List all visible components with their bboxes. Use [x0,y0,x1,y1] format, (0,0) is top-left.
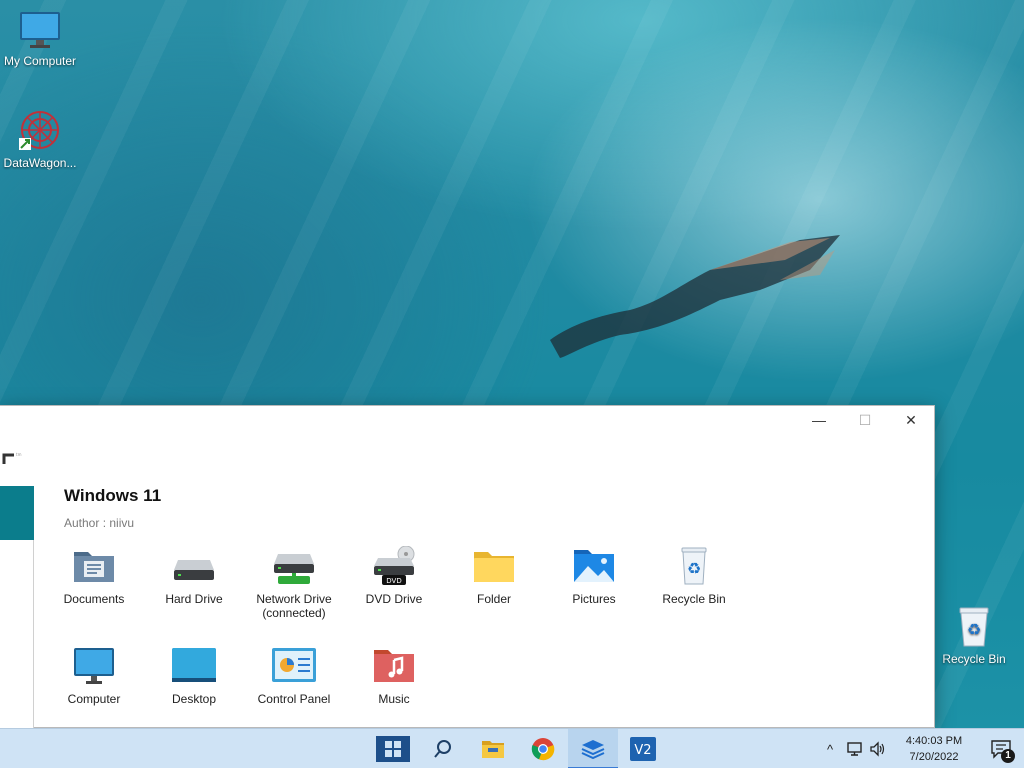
close-button[interactable]: ✕ [888,406,934,434]
svg-text:♻: ♻ [967,620,981,639]
folder-icon [474,552,514,582]
chrome-icon [531,738,555,761]
svg-text:tm: tm [16,452,22,457]
item-label: Pictures [572,592,616,606]
desktop-icon-label: Recycle Bin [942,652,1006,666]
content-header: Windows 11 Author : niivu [64,484,934,530]
item-recycle-bin[interactable]: ♻ Recycle Bin [644,546,744,606]
explorer-window[interactable]: — ☐ ✕ tm Windows 11 Author : niivu Docum… [0,405,935,729]
pictures-icon [574,550,614,582]
item-computer[interactable]: Computer [44,646,144,706]
desktop-icon-label: DataWagon... [3,156,77,170]
layers-app-button[interactable] [568,729,618,768]
side-panel [0,486,34,729]
recycle-bin-icon: ♻ [959,607,989,647]
chrome-button[interactable] [518,729,568,768]
chevron-up-icon[interactable]: ^ [818,729,842,768]
hard-drive-icon [174,560,214,580]
item-music[interactable]: Music [344,646,444,706]
item-network-drive[interactable]: Network Drive (connected) [244,546,344,620]
layers-app-icon [581,740,605,760]
start-icon [376,736,410,762]
volume-icon[interactable] [866,729,890,768]
item-label: Recycle Bin [662,592,726,606]
item-sublabel: (connected) [262,606,326,620]
clock-time: 4:40:03 PM [905,735,963,747]
item-label: Computer [67,692,121,706]
item-label: Documents [63,592,125,606]
control-panel-icon [272,648,316,682]
music-icon [374,650,414,682]
desktop-icon-recycle-bin[interactable]: ♻ Recycle Bin [934,604,1014,666]
item-label: Folder [476,592,511,606]
vs-app-icon: V2 [630,737,656,761]
network-icon[interactable] [842,729,866,768]
svg-text:♻: ♻ [687,559,701,578]
maximize-button[interactable]: ☐ [842,406,888,434]
desktop-icon [172,648,216,682]
monitor-icon [20,12,60,48]
svg-text:V2: V2 [634,743,651,758]
notification-button[interactable]: 1 [978,729,1024,768]
network-drive-icon [274,554,314,584]
clock-date: 7/20/2022 [909,751,959,763]
file-explorer-button[interactable] [468,729,518,768]
taskbar-apps: V2 [368,729,668,768]
item-desktop[interactable]: Desktop [144,646,244,706]
item-label: Desktop [171,692,217,706]
desktop-icon-my-computer[interactable]: My Computer [0,10,80,68]
app-logo-icon: tm [2,452,22,464]
window-controls: — ☐ ✕ [796,406,934,434]
minimize-button[interactable]: — [796,406,842,434]
clock[interactable]: 4:40:03 PM 7/20/2022 [890,733,978,765]
file-explorer-icon [482,741,504,758]
item-folder[interactable]: Folder [444,546,544,606]
item-dvd-drive[interactable]: DVD DVD Drive [344,546,444,606]
notification-badge: 1 [1001,749,1015,763]
wallpaper-diver [550,235,840,358]
documents-drive-icon [74,552,114,582]
item-pictures[interactable]: Pictures [544,546,644,606]
computer-icon [74,648,114,684]
dvd-badge: DVD [386,577,401,585]
desktop-icon-label: My Computer [3,54,77,68]
recycle-bin-icon: ♻ [681,547,707,585]
item-control-panel[interactable]: Control Panel [244,646,344,706]
item-documents[interactable]: Documents [44,546,144,606]
item-hard-drive[interactable]: Hard Drive [144,546,244,606]
author-label: Author : niivu [64,516,135,530]
search-button[interactable] [418,729,468,768]
desktop-icon-datawagon[interactable]: DataWagon... [0,108,80,170]
item-label: Hard Drive [165,592,223,606]
dvd-drive-icon: DVD [374,546,415,585]
item-label: Network Drive [256,592,332,606]
vs-app-button[interactable]: V2 [618,729,668,768]
item-label: Control Panel [257,692,331,706]
search-icon [434,740,451,758]
start-button[interactable] [368,729,418,768]
side-panel-accent [0,486,34,540]
page-title: Windows 11 [64,486,162,505]
taskbar: V2 ^ 4:40:03 PM 7/20/2022 1 [0,728,1024,768]
system-tray: ^ 4:40:03 PM 7/20/2022 1 [818,729,1024,768]
item-label: Music [378,692,410,706]
datawagon-shortcut-icon [19,111,59,150]
item-label: DVD Drive [365,592,423,606]
